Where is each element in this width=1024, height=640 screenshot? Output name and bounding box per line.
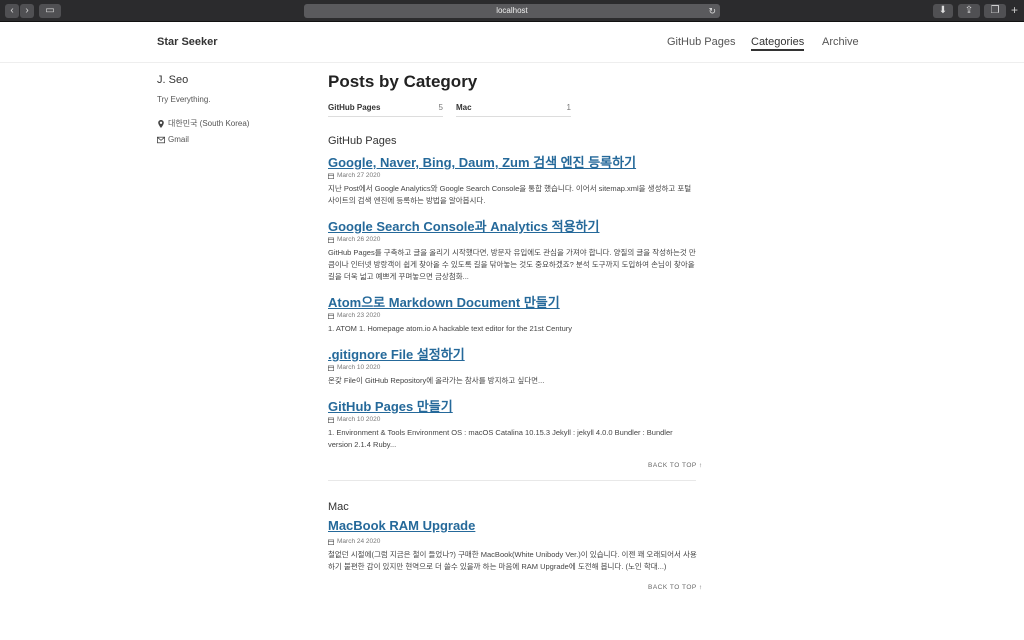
post-date: March 24 2020 — [328, 538, 380, 545]
taxonomy-item-mac[interactable]: Mac 1 — [456, 103, 571, 117]
sidebar-toggle-icon[interactable]: ▭ — [39, 4, 61, 18]
taxonomy-count: 5 — [438, 103, 443, 112]
post-date: March 26 2020 — [328, 236, 380, 243]
download-icon[interactable]: ⬇ — [933, 4, 953, 18]
author-location: 대한민국 (South Korea) — [157, 118, 249, 129]
category-heading-mac: Mac — [328, 501, 349, 513]
post-title-link[interactable]: Google Search Console과 Analytics 적용하기 — [328, 216, 599, 235]
post-excerpt: 지난 Post에서 Google Analytics와 Google Searc… — [328, 184, 692, 205]
share-icon[interactable]: ⇪ — [958, 4, 980, 18]
calendar-icon — [328, 417, 334, 423]
post-date: March 10 2020 — [328, 364, 380, 371]
taxonomy-item-github-pages[interactable]: GitHub Pages 5 — [328, 103, 443, 117]
back-to-top-link[interactable]: BACK TO TOP ↑ — [648, 462, 703, 469]
forward-arrow-icon[interactable]: › — [20, 4, 34, 18]
envelope-icon — [157, 136, 165, 143]
map-marker-icon — [158, 119, 164, 128]
nav-archive[interactable]: Archive — [822, 36, 859, 48]
address-bar[interactable]: localhost ↻ — [304, 4, 720, 18]
url-text: localhost — [496, 6, 528, 15]
post-title-link[interactable]: Atom으로 Markdown Document 만들기 — [328, 292, 560, 311]
post-date: March 10 2020 — [328, 416, 380, 423]
browser-toolbar: ‹ › ▭ localhost ↻ ⬇ ⇪ ❐ + — [0, 0, 1024, 22]
section-divider — [328, 480, 696, 481]
nav-categories[interactable]: Categories — [751, 36, 805, 51]
reload-icon[interactable]: ↻ — [708, 4, 716, 18]
taxonomy-name: GitHub Pages — [328, 103, 381, 112]
nav-github-pages[interactable]: GitHub Pages — [667, 36, 735, 48]
post-title-link[interactable]: .gitignore File 설정하기 — [328, 344, 465, 363]
calendar-icon — [328, 313, 334, 319]
calendar-icon — [328, 365, 334, 371]
category-heading-github-pages: GitHub Pages — [328, 135, 397, 147]
page-title: Posts by Category — [328, 72, 478, 91]
back-to-top-link[interactable]: BACK TO TOP ↑ — [648, 584, 703, 591]
calendar-icon — [328, 237, 334, 243]
author-email-text: Gmail — [168, 135, 189, 144]
tabs-overview-icon[interactable]: ❐ — [984, 4, 1006, 18]
new-tab-icon[interactable]: + — [1011, 3, 1018, 17]
taxonomy-name: Mac — [456, 103, 472, 112]
calendar-icon — [328, 539, 334, 545]
author-location-text: 대한민국 (South Korea) — [168, 119, 250, 128]
post-excerpt: GitHub Pages를 구축하고 글을 올리기 시작했다면, 방문자 유입에… — [328, 248, 696, 281]
back-arrow-icon[interactable]: ‹ — [5, 4, 19, 18]
author-email-link[interactable]: Gmail — [157, 135, 189, 144]
post-title-link[interactable]: GitHub Pages 만들기 — [328, 396, 453, 415]
calendar-icon — [328, 173, 334, 179]
post-date: March 27 2020 — [328, 172, 380, 179]
post-date: March 23 2020 — [328, 312, 380, 319]
post-excerpt: 1. Environment & Tools Environment OS : … — [328, 428, 673, 449]
post-excerpt: 철없던 시절에(그럼 지금은 철이 들었나?) 구매한 MacBook(Whit… — [328, 550, 697, 571]
post-title-link[interactable]: Google, Naver, Bing, Daum, Zum 검색 엔진 등록하… — [328, 152, 636, 171]
post-excerpt: 온갖 File이 GitHub Repository에 올라가는 참사를 방지하… — [328, 376, 545, 385]
site-title[interactable]: Star Seeker — [157, 36, 218, 48]
author-name: J. Seo — [157, 74, 189, 86]
post-excerpt: 1. ATOM 1. Homepage atom.io A hackable t… — [328, 324, 573, 333]
taxonomy-count: 1 — [566, 103, 571, 112]
author-bio: Try Everything. — [157, 95, 211, 104]
post-title-link[interactable]: MacBook RAM Upgrade — [328, 518, 475, 533]
masthead: Star Seeker GitHub Pages Categories Arch… — [0, 22, 1024, 63]
